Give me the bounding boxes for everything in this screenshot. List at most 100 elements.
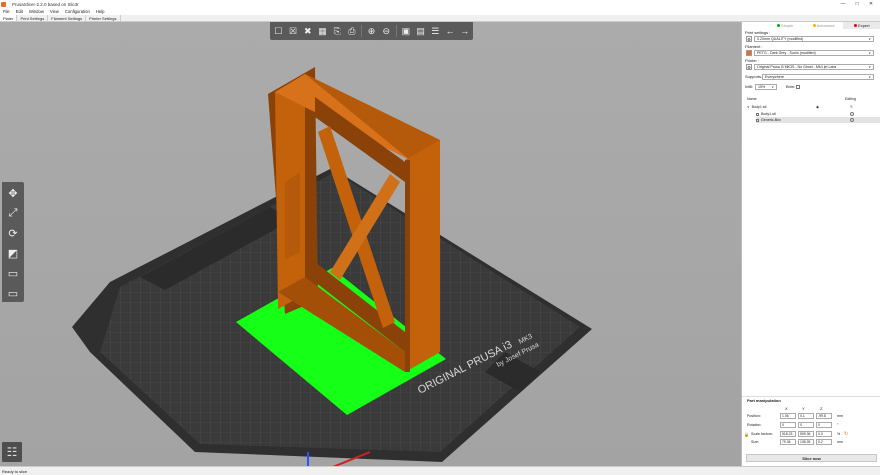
3d-viewport[interactable]: ORIGINAL PRUSA i3 MK3 by Josef Prusa ☐ ☒ (0, 22, 741, 466)
scale-button[interactable]: ⤢ (5, 205, 21, 221)
infill-label: Infill: (745, 84, 754, 89)
mode-expert-dot (854, 24, 858, 27)
axis-y-header: Y (802, 406, 805, 411)
support-painting-button[interactable]: ▭ (5, 285, 21, 301)
menu-bar: File Edit Window View Configuration Help (0, 8, 880, 15)
mode-simple[interactable]: Simple (766, 22, 804, 29)
tab-plater[interactable]: Plater (0, 15, 18, 21)
mode-selector: Simple Advanced Expert (766, 22, 880, 29)
support-painting-icon: ▭ (7, 287, 19, 300)
scale-y-input[interactable]: 509.36 (798, 431, 814, 437)
edit-icon[interactable]: ✎ (850, 105, 853, 109)
mode-advanced-dot (812, 24, 816, 27)
visibility-icon[interactable]: ◉ (816, 105, 819, 109)
layers-editing-button[interactable]: ☰ (430, 26, 441, 37)
modifier-name: Generic-Box (761, 118, 781, 122)
list-item-selected[interactable]: Generic-Box (756, 117, 880, 123)
layers-view-button[interactable]: ☷ (2, 442, 22, 462)
rotation-y-input[interactable]: 0 (798, 422, 814, 428)
part-name: Body1.stl (761, 112, 776, 116)
filament-combo[interactable]: PETG - Dark Grey - Sunlu (modified) ∨ (754, 50, 874, 56)
printer-combo[interactable]: Original Prusa i3 MK3S - No Ghost - Mk4 … (754, 64, 874, 70)
object-list[interactable]: Name Editing ∨ Body1.stl ◉ ✎ Body1.stl G… (746, 97, 880, 129)
tab-printer-settings[interactable]: Printer Settings (86, 15, 121, 21)
undo-button[interactable]: ← (445, 26, 456, 37)
split-parts-button[interactable]: ▤ (415, 26, 426, 37)
position-y-input[interactable]: 0.1 (798, 413, 814, 419)
slice-now-button[interactable]: Slice now (746, 454, 877, 462)
brim-checkbox[interactable] (796, 85, 800, 89)
menu-edit[interactable]: Edit (13, 9, 26, 14)
maximize-button[interactable]: □ (850, 0, 864, 8)
chevron-down-icon: ∨ (868, 51, 871, 55)
menu-help[interactable]: Help (93, 9, 108, 14)
menu-window[interactable]: Window (26, 9, 47, 14)
scale-unit: % (837, 432, 841, 436)
add-icon: ☐ (274, 25, 283, 36)
reset-scale-icon[interactable]: ↻ (844, 431, 848, 437)
menu-file[interactable]: File (0, 9, 13, 14)
tab-print-settings[interactable]: Print Settings (17, 15, 49, 21)
scene-canvas: ORIGINAL PRUSA i3 MK3 by Josef Prusa (72, 67, 592, 466)
delete-all-icon: ✖ (303, 25, 312, 36)
lock-icon[interactable]: 🔒 (744, 432, 749, 437)
menu-configuration[interactable]: Configuration (62, 9, 93, 14)
mode-advanced[interactable]: Advanced (804, 22, 842, 29)
close-button[interactable]: ✕ (864, 0, 878, 8)
cut-button[interactable]: ▭ (5, 265, 21, 281)
gizmo-toolbar: ✥ ⤢ ⟳ ◩ ▭ ▭ (2, 182, 24, 302)
remove-instance-button[interactable]: ⊖ (381, 26, 392, 37)
minimize-button[interactable]: — (836, 0, 850, 8)
add-instance-button[interactable]: ⊕ (366, 26, 377, 37)
redo-button[interactable]: → (459, 26, 470, 37)
object-name: Body1.stl (751, 105, 767, 109)
add-instance-icon: ⊕ (367, 25, 376, 36)
printer-settings-icon[interactable]: ⚙ (746, 64, 752, 70)
mode-simple-label: Simple (781, 23, 794, 28)
rotate-button[interactable]: ⟳ (5, 225, 21, 241)
rotation-label: Rotation: (747, 423, 762, 427)
split-objects-button[interactable]: ▣ (401, 26, 412, 37)
infill-combo[interactable]: 15% ∨ (755, 84, 777, 90)
delete-all-button[interactable]: ✖ (302, 26, 313, 37)
settings-icon[interactable] (850, 118, 854, 122)
chevron-down-icon: ∨ (771, 85, 774, 89)
supports-combo[interactable]: Everywhere ∨ (762, 74, 874, 80)
size-z-input[interactable]: 0.2 (816, 439, 832, 445)
size-label: Size: (751, 440, 759, 444)
expand-chevron-icon: ∨ (747, 105, 750, 109)
main-tabs: Plater Print Settings Filament Settings … (0, 15, 880, 22)
settings-icon[interactable] (850, 112, 854, 116)
size-y-input[interactable]: 138.39 (798, 439, 814, 445)
tab-filament-settings[interactable]: Filament Settings (48, 15, 87, 21)
filament-color-swatch[interactable] (746, 50, 752, 56)
printer-label: Printer : (745, 58, 760, 63)
add-button[interactable]: ☐ (273, 26, 284, 37)
position-z-input[interactable]: -99.8 (816, 413, 832, 419)
rotation-unit: ° (837, 423, 839, 427)
rotation-z-input[interactable]: 0 (816, 422, 832, 428)
scale-icon: ⤢ (8, 206, 18, 219)
paste-button[interactable]: ⎙ (347, 26, 358, 37)
mode-expert[interactable]: Expert (842, 22, 880, 29)
rotation-x-input[interactable]: 0 (780, 422, 796, 428)
scale-z-input[interactable]: 0.3 (816, 431, 832, 437)
print-settings-combo[interactable]: 0.20mm QUALITY (modified) ∨ (754, 36, 874, 42)
print-settings-icon[interactable]: ⚙ (746, 36, 752, 42)
sidebar: Simple Advanced Expert Print settings : … (741, 22, 880, 466)
arrange-button[interactable]: ▦ (317, 26, 328, 37)
move-button[interactable]: ✥ (5, 185, 21, 201)
copy-button[interactable]: ⎘ (332, 26, 343, 37)
toolbar-divider (361, 25, 363, 37)
size-x-input[interactable]: 79.36 (780, 439, 796, 445)
window-controls: — □ ✕ (836, 0, 878, 8)
arrange-icon: ▦ (318, 25, 327, 36)
scale-x-input[interactable]: 518.23 (780, 431, 796, 437)
position-unit: mm (837, 414, 843, 418)
position-x-input[interactable]: 1.06 (780, 413, 796, 419)
delete-button[interactable]: ☒ (288, 26, 299, 37)
supports-label: Supports: (745, 74, 763, 79)
list-item[interactable]: ∨ Body1.stl ◉ ✎ (746, 104, 878, 110)
place-on-face-button[interactable]: ◩ (5, 245, 21, 261)
menu-view[interactable]: View (47, 9, 62, 14)
